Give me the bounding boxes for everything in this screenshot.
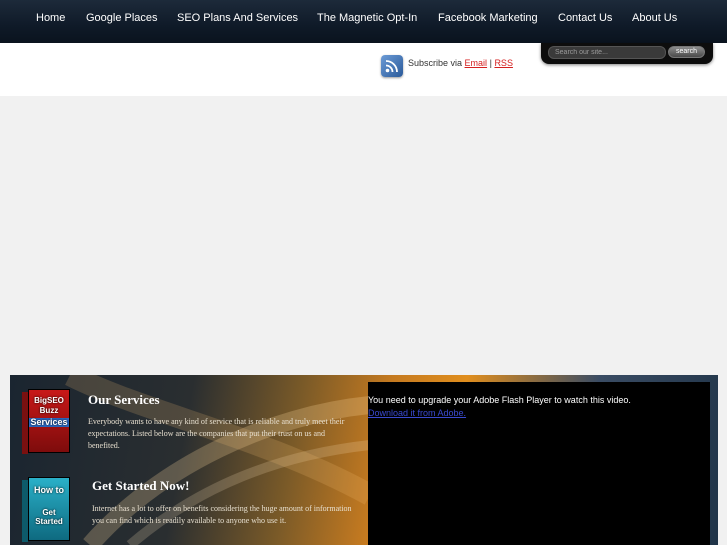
box-front: How to Get Started — [28, 477, 70, 541]
search-box: search — [541, 43, 713, 64]
subscribe-separator: | — [489, 58, 492, 68]
box-label-line-2: Buzz — [39, 406, 59, 415]
get-started-title: Get Started Now! — [92, 478, 190, 493]
nav-seo-plans[interactable]: SEO Plans And Services — [177, 10, 298, 26]
subscribe-line: Subscribe via Email | RSS — [408, 58, 513, 68]
search-input[interactable] — [548, 46, 666, 59]
flash-banner-area — [0, 96, 727, 375]
flash-upgrade-message: You need to upgrade your Adobe Flash Pla… — [368, 395, 631, 405]
subscribe-label: Subscribe via — [408, 58, 463, 68]
box-label-line-1: BigSEO — [34, 396, 64, 405]
bigseo-buzz-box[interactable]: BigSEO Buzz Services — [22, 389, 72, 457]
nav-home[interactable]: Home — [36, 10, 65, 26]
box-label-line-1: How to — [34, 485, 64, 495]
box-label-line-2: Get Started — [35, 508, 63, 526]
our-services-text: Everybody wants to have any kind of serv… — [88, 417, 345, 450]
nav-google-places[interactable]: Google Places — [86, 10, 158, 26]
subscribe-rss-link[interactable]: RSS — [494, 58, 513, 68]
adobe-download-link[interactable]: Download it from Adobe. — [368, 408, 466, 418]
nav-magnetic-opt-in[interactable]: The Magnetic Opt-In — [317, 10, 417, 26]
box-front: BigSEO Buzz Services — [28, 389, 70, 453]
video-player[interactable]: You need to upgrade your Adobe Flash Pla… — [368, 382, 710, 545]
nav-contact-us[interactable]: Contact Us — [558, 10, 612, 26]
nav-facebook-marketing[interactable]: Facebook Marketing — [438, 10, 538, 26]
get-started-box[interactable]: How to Get Started — [22, 477, 72, 545]
nav-about-us[interactable]: About Us — [632, 10, 677, 26]
rss-feed-icon — [385, 60, 398, 73]
main-navigation: Home Google Places SEO Plans And Service… — [0, 0, 727, 43]
get-started-text: Internet has a lot to offer on benefits … — [92, 504, 352, 525]
box-label-line-3: Services — [29, 417, 69, 427]
subscribe-email-link[interactable]: Email — [465, 58, 488, 68]
rss-icon[interactable] — [381, 55, 403, 77]
search-button[interactable]: search — [668, 46, 705, 58]
our-services-title: Our Services — [88, 392, 160, 407]
